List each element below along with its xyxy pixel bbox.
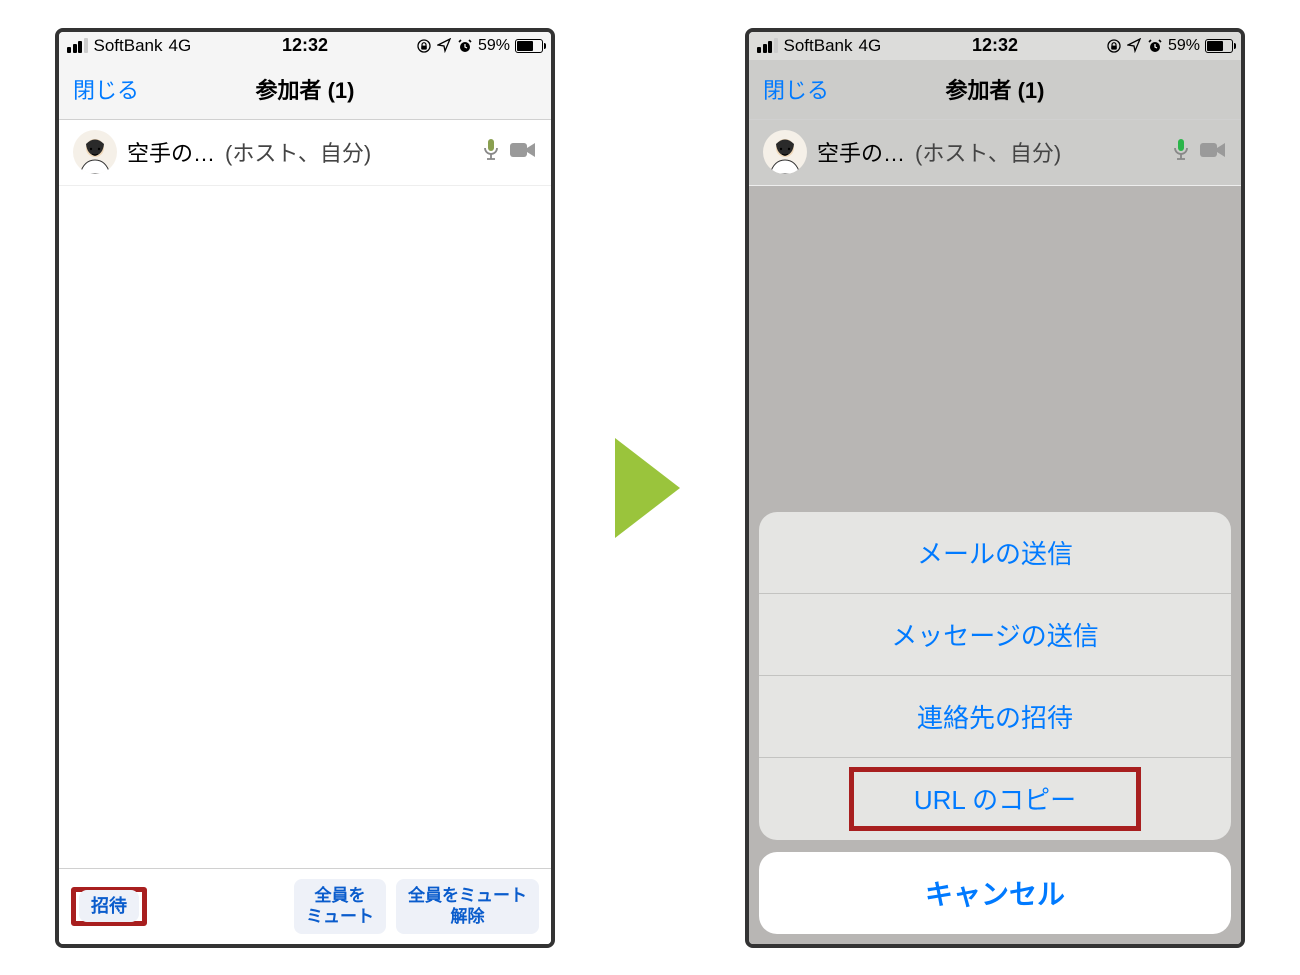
status-bar: SoftBank 4G 12:32 59% (59, 32, 551, 60)
orientation-lock-icon (416, 38, 432, 54)
mute-all-button[interactable]: 全員を ミュート (294, 879, 386, 934)
carrier-label: SoftBank (784, 36, 853, 56)
location-icon (1127, 38, 1142, 53)
alarm-icon (457, 38, 473, 54)
unmute-all-line2: 解除 (451, 907, 485, 926)
network-label: 4G (859, 36, 882, 56)
video-icon (509, 140, 537, 165)
unmute-all-line1: 全員をミュート (408, 886, 527, 905)
location-icon (437, 38, 452, 53)
battery-icon (515, 39, 543, 53)
clock: 12:32 (972, 35, 1018, 56)
sheet-copy-url[interactable]: URL のコピー (759, 758, 1231, 840)
phone-right: SoftBank 4G 12:32 59% 閉じる 参加者 (1) 空手の… (745, 28, 1245, 948)
participant-role: (ホスト、自分) (915, 136, 1061, 168)
close-button[interactable]: 閉じる (763, 73, 829, 105)
action-sheet: メールの送信 メッセージの送信 連絡先の招待 URL のコピー キャンセル (749, 502, 1241, 944)
participant-name: 空手の… (817, 136, 905, 168)
participant-role: (ホスト、自分) (225, 136, 371, 168)
page-title: 参加者 (1) (255, 73, 354, 105)
battery-percent: 59% (478, 37, 510, 55)
arrow-icon (610, 428, 690, 548)
clock: 12:32 (282, 35, 328, 56)
network-label: 4G (169, 36, 192, 56)
alarm-icon (1147, 38, 1163, 54)
status-bar: SoftBank 4G 12:32 59% (749, 32, 1241, 60)
battery-percent: 59% (1168, 37, 1200, 55)
page-title: 参加者 (1) (945, 73, 1044, 105)
carrier-label: SoftBank (94, 36, 163, 56)
sheet-copy-url-label: URL のコピー (914, 780, 1076, 817)
avatar (763, 130, 807, 174)
unmute-all-button[interactable]: 全員をミュート 解除 (396, 879, 539, 934)
sheet-send-message[interactable]: メッセージの送信 (759, 594, 1231, 676)
mute-all-line1: 全員を (315, 886, 366, 905)
invite-button[interactable]: 招待 (79, 890, 139, 922)
signal-icon (67, 38, 88, 53)
close-button[interactable]: 閉じる (73, 73, 139, 105)
participant-row[interactable]: 空手の… (ホスト、自分) (59, 120, 551, 186)
video-icon (1199, 140, 1227, 165)
nav-header: 閉じる 参加者 (1) (59, 60, 551, 120)
invite-highlight: 招待 (71, 887, 147, 926)
participant-row[interactable]: 空手の… (ホスト、自分) (749, 120, 1241, 186)
sheet-send-mail[interactable]: メールの送信 (759, 512, 1231, 594)
sheet-invite-contacts[interactable]: 連絡先の招待 (759, 676, 1231, 758)
nav-header: 閉じる 参加者 (1) (749, 60, 1241, 120)
orientation-lock-icon (1106, 38, 1122, 54)
phone-left: SoftBank 4G 12:32 59% 閉じる 参加者 (1) 空手の… (55, 28, 555, 948)
battery-icon (1205, 39, 1233, 53)
avatar (73, 130, 117, 174)
mic-icon (1171, 138, 1191, 167)
sheet-cancel[interactable]: キャンセル (759, 852, 1231, 934)
participant-name: 空手の… (127, 136, 215, 168)
mic-icon (481, 138, 501, 167)
mute-all-line2: ミュート (306, 907, 374, 926)
signal-icon (757, 38, 778, 53)
footer-bar: 招待 全員を ミュート 全員をミュート 解除 (59, 868, 551, 944)
